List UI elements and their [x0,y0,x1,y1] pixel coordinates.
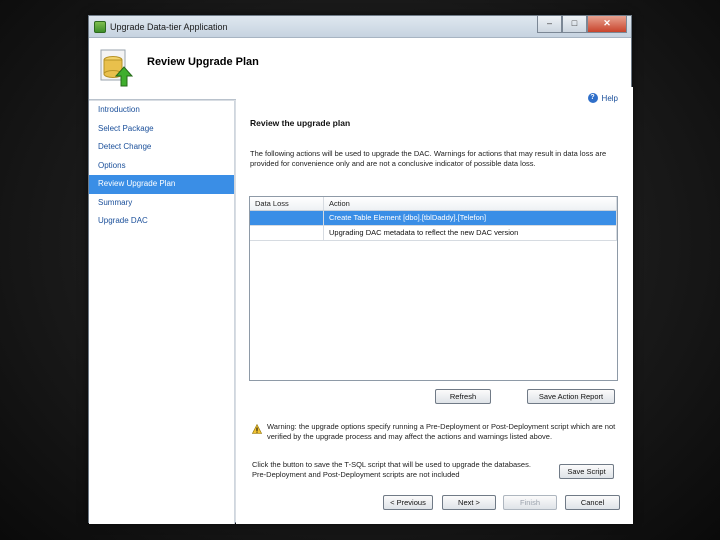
nav-item-detect-change[interactable]: Detect Change [89,138,234,157]
warning-text: Warning: the upgrade options specify run… [267,422,616,441]
wizard-nav: Introduction Select Package Detect Chang… [89,101,235,524]
wizard-footer: < Previous Next > Finish Cancel [236,491,633,524]
data-loss-cell [250,211,324,225]
page-title: Review Upgrade Plan [147,56,259,68]
next-button[interactable]: Next > [442,495,496,510]
nav-item-summary[interactable]: Summary [89,194,234,213]
help-link[interactable]: ? Help [587,93,618,103]
column-header-data-loss[interactable]: Data Loss [250,197,324,210]
save-script-description: Click the button to save the T-SQL scrip… [252,460,531,479]
action-cell: Upgrading DAC metadata to reflect the ne… [324,226,617,240]
minimize-button[interactable]: – [537,16,562,33]
column-header-action[interactable]: Action [324,197,617,210]
database-upgrade-icon [100,49,133,87]
action-cell: Create Table Element [dbo].[tblDaddy].[T… [324,211,617,225]
wizard-window: Upgrade Data-tier Application – □ ✕ Revi… [88,15,633,524]
nav-item-upgrade-dac[interactable]: Upgrade DAC [89,212,234,231]
app-icon [94,21,106,33]
save-action-report-button[interactable]: Save Action Report [527,389,615,404]
data-loss-cell [250,226,324,240]
upgrade-plan-grid[interactable]: Data Loss Action Create Table Element [d… [249,196,618,381]
title-bar[interactable]: Upgrade Data-tier Application – □ ✕ [89,16,631,38]
help-icon: ? [587,93,598,103]
nav-item-select-package[interactable]: Select Package [89,120,234,139]
nav-item-introduction[interactable]: Introduction [89,101,234,120]
maximize-button[interactable]: □ [562,16,587,33]
previous-button[interactable]: < Previous [383,495,433,510]
nav-item-options[interactable]: Options [89,157,234,176]
table-row[interactable]: Upgrading DAC metadata to reflect the ne… [250,226,617,241]
content-panel: ? Help Review the upgrade plan The follo… [236,87,633,491]
table-row[interactable]: Create Table Element [dbo].[tblDaddy].[T… [250,211,617,226]
finish-button[interactable]: Finish [503,495,557,510]
warning-icon [252,424,262,434]
cancel-button[interactable]: Cancel [565,495,620,510]
nav-item-review-upgrade-plan[interactable]: Review Upgrade Plan [89,175,234,194]
section-title: Review the upgrade plan [250,118,351,128]
grid-header: Data Loss Action [250,197,617,211]
window-controls: – □ ✕ [537,16,627,33]
window-title: Upgrade Data-tier Application [110,22,228,32]
close-button[interactable]: ✕ [587,16,627,33]
description-text: The following actions will be used to up… [250,149,607,168]
save-script-button[interactable]: Save Script [559,464,614,479]
help-label: Help [601,93,618,103]
refresh-button[interactable]: Refresh [435,389,491,404]
